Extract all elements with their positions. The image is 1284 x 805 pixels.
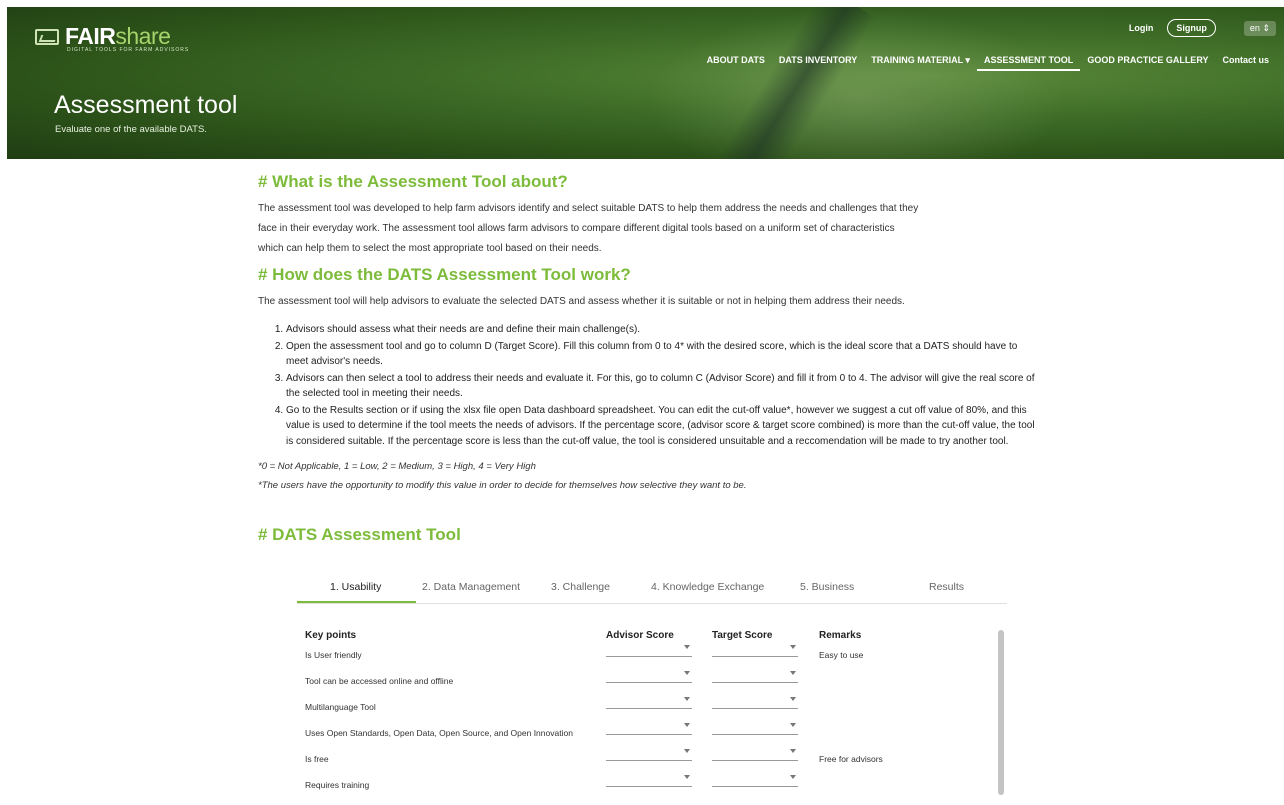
logo-tagline: DIGITAL TOOLS FOR FARM ADVISORS [67, 47, 190, 53]
chevron-down-icon [790, 697, 796, 701]
nav-assessment-tool[interactable]: ASSESSMENT TOOL [976, 55, 1081, 71]
tab-usability[interactable]: 1. Usability [330, 581, 381, 603]
table-row-label: Uses Open Standards, Open Data, Open Sou… [305, 728, 573, 738]
target-score-select[interactable] [712, 749, 798, 761]
how-intro: The assessment tool will help advisors t… [258, 296, 905, 307]
assessment-table: Key points Advisor Score Target Score Re… [305, 628, 1010, 803]
list-item: Open the assessment tool and go to colum… [286, 339, 1038, 370]
list-item: Advisors can then select a tool to addre… [286, 371, 1038, 402]
header-target-score: Target Score [712, 630, 773, 641]
advisor-score-select[interactable] [606, 645, 692, 657]
chevron-down-icon [790, 723, 796, 727]
section-heading-how: # How does the DATS Assessment Tool work… [258, 265, 631, 284]
nav-about-dats[interactable]: ABOUT DATS [700, 55, 772, 71]
header-advisor-score: Advisor Score [606, 630, 674, 641]
nav-contact-us[interactable]: Contact us [1215, 55, 1276, 71]
login-link[interactable]: Login [1129, 23, 1154, 33]
main-content: # What is the Assessment Tool about? The… [258, 172, 1038, 545]
account-bar: Login Signup en ⇕ [1129, 19, 1276, 37]
chevron-down-icon [684, 775, 690, 779]
tab-knowledge-exchange[interactable]: 4. Knowledge Exchange [651, 581, 764, 603]
hero-banner: FAIRshare DIGITAL TOOLS FOR FARM ADVISOR… [7, 7, 1284, 159]
table-row-label: Requires training [305, 780, 370, 790]
assessment-tabs: 1. Usability 2. Data Management 3. Chall… [297, 574, 1007, 604]
chevron-down-icon [790, 775, 796, 779]
chevron-down-icon [790, 645, 796, 649]
section-heading-about: # What is the Assessment Tool about? [258, 172, 568, 191]
logo-text: FAIRshare [65, 23, 171, 49]
nav-dats-inventory[interactable]: DATS INVENTORY [772, 55, 864, 71]
page-subtitle: Evaluate one of the available DATS. [55, 124, 207, 135]
nav-training-material[interactable]: TRAINING MATERIAL ▾ [864, 55, 977, 71]
chevron-down-icon [790, 671, 796, 675]
nav-good-practice-gallery[interactable]: GOOD PRACTICE GALLERY [1080, 55, 1215, 71]
page-title: Assessment tool [54, 91, 238, 119]
tab-challenge[interactable]: 3. Challenge [551, 581, 610, 603]
table-row-label: Is free [305, 754, 329, 764]
active-tab-indicator [297, 601, 416, 603]
chevron-down-icon [790, 749, 796, 753]
tab-data-management[interactable]: 2. Data Management [422, 581, 520, 603]
section-heading-tool: # DATS Assessment Tool [258, 525, 461, 544]
row-remark: Free for advisors [819, 754, 883, 764]
table-row-label: Multilanguage Tool [305, 702, 376, 712]
chevron-down-icon [684, 671, 690, 675]
target-score-select[interactable] [712, 723, 798, 735]
table-row-label: Tool can be accessed online and offline [305, 676, 454, 686]
target-score-select[interactable] [712, 671, 798, 683]
table-scrollbar[interactable] [998, 630, 1004, 795]
chevron-down-icon [684, 749, 690, 753]
advisor-score-select[interactable] [606, 749, 692, 761]
row-remark: Easy to use [819, 650, 864, 660]
list-item: Go to the Results section or if using th… [286, 403, 1038, 450]
advisor-score-select[interactable] [606, 723, 692, 735]
steps-list: Advisors should assess what their needs … [258, 322, 1038, 449]
chevron-down-icon [684, 645, 690, 649]
language-select[interactable]: en ⇕ [1243, 20, 1276, 36]
tab-business[interactable]: 5. Business [800, 581, 854, 603]
about-paragraph: The assessment tool was developed to hel… [258, 203, 919, 254]
chevron-down-icon [684, 723, 690, 727]
target-score-select[interactable] [712, 775, 798, 787]
advisor-score-select[interactable] [606, 671, 692, 683]
header-remarks: Remarks [819, 630, 862, 641]
chevron-down-icon [684, 697, 690, 701]
tab-results[interactable]: Results [929, 581, 964, 603]
advisor-score-select[interactable] [606, 697, 692, 709]
site-logo[interactable]: FAIRshare [35, 23, 171, 50]
target-score-select[interactable] [712, 645, 798, 657]
chart-icon [35, 28, 59, 45]
cutoff-note: *The users have the opportunity to modif… [258, 480, 747, 491]
list-item: Advisors should assess what their needs … [286, 322, 1038, 338]
signup-button[interactable]: Signup [1167, 19, 1216, 37]
advisor-score-select[interactable] [606, 775, 692, 787]
target-score-select[interactable] [712, 697, 798, 709]
scale-note: *0 = Not Applicable, 1 = Low, 2 = Medium… [258, 461, 536, 472]
main-nav: ABOUT DATS DATS INVENTORY TRAINING MATER… [700, 55, 1276, 71]
table-row-label: Is User friendly [305, 650, 362, 660]
chevron-updown-icon: ⇕ [1262, 22, 1270, 33]
header-key-points: Key points [305, 630, 357, 641]
